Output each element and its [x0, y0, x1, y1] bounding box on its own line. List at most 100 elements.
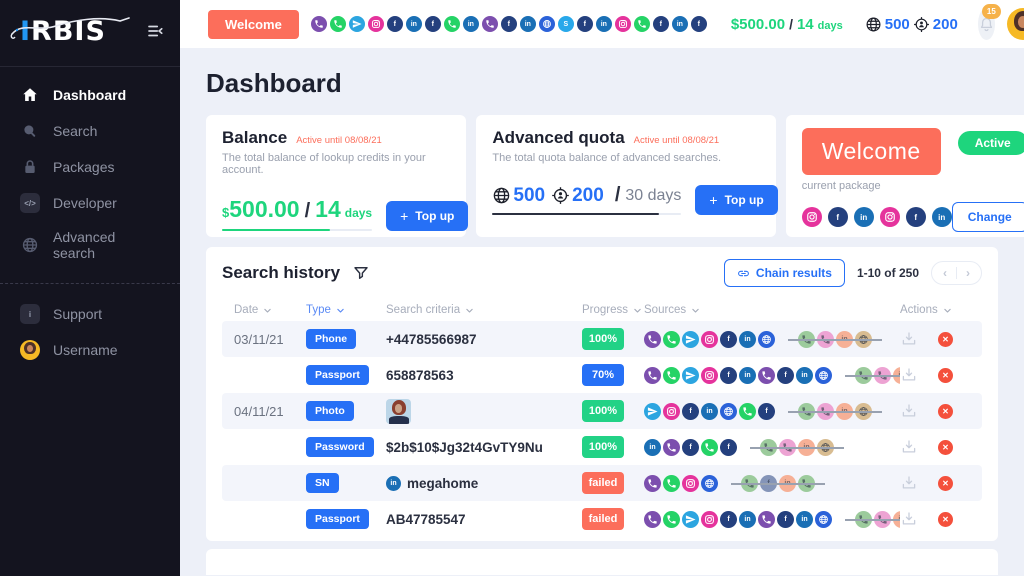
- facebook-icon: f: [387, 16, 403, 32]
- leopard-squiggle-icon: [8, 8, 138, 48]
- search-criteria: 658878563: [386, 368, 582, 383]
- whatsapp-icon: [701, 439, 718, 456]
- linkedin-icon: in: [893, 367, 900, 384]
- chain-results-button[interactable]: Chain results: [724, 259, 845, 287]
- chevron-down-icon: [336, 306, 345, 315]
- instagram-icon: [701, 367, 718, 384]
- facebook-icon: f: [720, 511, 737, 528]
- topbar-source-icons: finfinfinSfinfinf: [311, 16, 707, 32]
- viber-icon: [644, 331, 661, 348]
- criteria-text: $2b$10$Jg32t4GvTY9Nu: [386, 440, 543, 455]
- column-header-sources[interactable]: Sources: [644, 304, 900, 316]
- viber-icon: [798, 331, 815, 348]
- download-icon[interactable]: [900, 438, 918, 456]
- pagination-range: 1-10 of 250: [857, 266, 919, 280]
- sidebar-item-username[interactable]: Username: [0, 332, 180, 368]
- delete-icon[interactable]: ✕: [938, 440, 953, 455]
- balance-amount-value: 500.00: [229, 196, 299, 222]
- column-header-date[interactable]: Date: [234, 304, 306, 316]
- facebook-icon: f: [577, 16, 593, 32]
- history-row: Password$2b$10$Jg32t4GvTY9Nu100%inffin✕: [222, 429, 982, 465]
- web-quota-value: 500: [885, 16, 910, 33]
- sidebar-item-search[interactable]: Search: [0, 113, 180, 149]
- sidebar-collapse-icon[interactable]: [146, 22, 164, 40]
- viber-icon: [855, 511, 872, 528]
- logo[interactable]: IRBIS: [20, 16, 106, 47]
- balance-topup-button[interactable]: +Top up: [386, 201, 468, 231]
- column-header-search-criteria[interactable]: Search criteria: [386, 304, 582, 316]
- viber-icon: [644, 475, 661, 492]
- globe-icon: [815, 511, 832, 528]
- linkedin-icon: in: [644, 439, 661, 456]
- balance-value: $500.00/14days: [222, 196, 372, 231]
- delete-icon[interactable]: ✕: [938, 332, 953, 347]
- facebook-icon: f: [425, 16, 441, 32]
- delete-icon[interactable]: ✕: [938, 404, 953, 419]
- failed-sources-group: in: [850, 367, 900, 384]
- delete-icon[interactable]: ✕: [938, 476, 953, 491]
- linkedin-icon: in: [406, 16, 422, 32]
- filter-icon[interactable]: [352, 264, 370, 282]
- content: Dashboard Balance Active until 08/08/21 …: [180, 48, 1024, 576]
- page-prev-icon[interactable]: ‹: [943, 267, 947, 279]
- viber-icon: [855, 367, 872, 384]
- viber-icon: [482, 16, 498, 32]
- target-quota-value: 200: [933, 16, 958, 33]
- download-icon[interactable]: [900, 474, 918, 492]
- criteria-text: AB47785547: [386, 512, 466, 527]
- package-change-button[interactable]: Change: [952, 202, 1024, 232]
- package-card: Welcome Active current package finfin Ch…: [786, 115, 1024, 237]
- quota-topup-button[interactable]: +Top up: [695, 185, 777, 215]
- telegram-icon: [644, 403, 661, 420]
- history-row: 04/11/21Photo100%finfin✕: [222, 393, 982, 429]
- instagram-icon: [802, 207, 822, 227]
- column-header-type[interactable]: Type: [306, 304, 386, 316]
- quota-period: 30 days: [625, 187, 681, 205]
- column-header-actions[interactable]: Actions: [900, 304, 970, 316]
- instagram-icon: [701, 331, 718, 348]
- sources-cell: finfinin: [644, 367, 900, 384]
- delete-icon[interactable]: ✕: [938, 368, 953, 383]
- main-area: Welcome finfinfinSfinfinf $500.00 / 14 d…: [180, 0, 1024, 576]
- topbar: Welcome finfinfinSfinfinf $500.00 / 14 d…: [180, 0, 1024, 48]
- welcome-package-button[interactable]: Welcome: [208, 10, 299, 39]
- balance-card-description: The total balance of lookup credits in y…: [222, 152, 450, 176]
- sidebar-footer-nav: iSupportUsername: [0, 296, 180, 368]
- whatsapp-icon: [817, 331, 834, 348]
- criteria-text: +44785566987: [386, 332, 476, 347]
- download-icon[interactable]: [900, 402, 918, 420]
- whatsapp-icon: [444, 16, 460, 32]
- quota-slash: /: [615, 184, 621, 207]
- instagram-icon: [880, 207, 900, 227]
- quota-target-value: 200: [572, 185, 604, 207]
- download-icon[interactable]: [900, 330, 918, 348]
- sidebar-item-support[interactable]: iSupport: [0, 296, 180, 332]
- sources-cell: finfinin: [644, 511, 900, 528]
- progress-badge: 100%: [582, 436, 624, 458]
- notifications-bell-icon[interactable]: 15: [978, 8, 995, 40]
- facebook-icon: f: [501, 16, 517, 32]
- page-next-icon[interactable]: ›: [966, 267, 970, 279]
- instagram-icon: [368, 16, 384, 32]
- linkedin-icon: in: [798, 439, 815, 456]
- user-avatar[interactable]: [1007, 8, 1024, 40]
- delete-icon[interactable]: ✕: [938, 512, 953, 527]
- sidebar-item-advanced-search[interactable]: Advanced search: [0, 221, 180, 269]
- search-criteria: +44785566987: [386, 332, 582, 347]
- package-name-badge: Welcome: [802, 128, 941, 175]
- column-header-progress[interactable]: Progress: [582, 304, 644, 316]
- sidebar-item-packages[interactable]: Packages: [0, 149, 180, 185]
- sidebar-item-label: Support: [53, 306, 102, 322]
- download-icon[interactable]: [900, 510, 918, 528]
- sidebar-item-dashboard[interactable]: Dashboard: [0, 77, 180, 113]
- linkedin-icon: in: [739, 331, 756, 348]
- download-icon[interactable]: [900, 366, 918, 384]
- linkedin-icon: in: [463, 16, 479, 32]
- photo-thumbnail[interactable]: [386, 399, 411, 424]
- viber-icon: [663, 439, 680, 456]
- facebook-icon: f: [777, 511, 794, 528]
- column-label: Sources: [644, 304, 686, 316]
- sidebar-item-developer[interactable]: </>Developer: [0, 185, 180, 221]
- sidebar-item-label: Advanced search: [53, 229, 160, 261]
- globe-icon: [817, 439, 834, 456]
